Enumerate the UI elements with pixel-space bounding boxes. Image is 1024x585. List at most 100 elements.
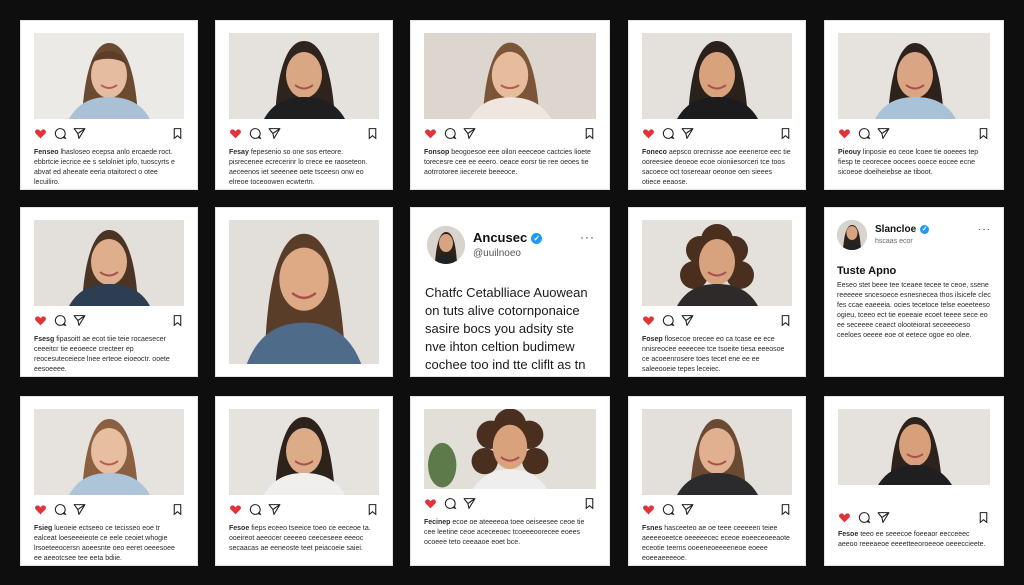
heart-icon[interactable] [424,497,437,510]
caption-username[interactable]: Fesoe [838,531,858,538]
post-card[interactable]: Fsieg lueoeie ectseeo ce tecisseo eoe tr… [20,396,198,566]
share-icon[interactable] [73,503,86,516]
bookmark-icon[interactable] [779,314,792,327]
comment-icon[interactable] [444,127,457,140]
post-photo[interactable] [229,409,379,495]
post-photo[interactable] [838,33,990,119]
heart-icon[interactable] [34,127,47,140]
caption-username[interactable]: Fsnes [642,525,662,532]
post-photo[interactable] [34,33,184,119]
post-photo[interactable] [424,409,596,489]
comment-icon[interactable] [54,503,67,516]
bookmark-icon[interactable] [779,127,792,140]
comment-icon[interactable] [249,503,262,516]
post-photo[interactable] [642,409,792,495]
comment-icon[interactable] [54,314,67,327]
caption-username[interactable]: Fesoe [229,525,249,532]
bookmark-icon[interactable] [171,503,184,516]
post-card[interactable]: Fsesg fipasoitt ae ecot tiie teie rocaes… [20,207,198,377]
comment-icon[interactable] [858,511,871,524]
photo-post-card[interactable] [215,207,393,377]
more-icon[interactable]: ··· [978,224,991,235]
post-card[interactable]: Pieouy linposie eo ceoe lcoee tie ooeees… [824,20,1004,190]
post-photo[interactable] [424,33,596,119]
share-icon[interactable] [681,314,694,327]
post-card[interactable]: Fsnes hasceeteo ae oe teee ceeeeen teiee… [628,396,806,566]
caption-username[interactable]: Fenseo [34,149,59,156]
more-icon[interactable]: ··· [580,230,595,244]
caption-username[interactable]: Pieouy [838,149,861,156]
avatar[interactable] [427,226,465,264]
bookmark-icon[interactable] [366,127,379,140]
post-photo[interactable] [838,409,990,485]
post-card[interactable]: Fesoe teeo ee seeecoe foeeaor eecceeec a… [824,396,1004,566]
avatar[interactable] [837,220,867,250]
post-card[interactable]: Fenseo lhasloseo ecepsa anlo ercaede roc… [20,20,198,190]
heart-icon[interactable] [838,127,851,140]
bookmark-icon[interactable] [366,503,379,516]
post-actions [229,127,379,141]
post-card[interactable]: Fesoe fieps eceeo tseeice toeo ce eeceoe… [215,396,393,566]
share-icon[interactable] [681,127,694,140]
post-photo[interactable] [229,33,379,119]
post-photo-large[interactable] [229,220,379,364]
caption-username[interactable]: Fonsop [424,149,449,156]
caption-username[interactable]: Fecinep [424,519,450,526]
share-icon[interactable] [73,314,86,327]
bookmark-icon[interactable] [977,127,990,140]
share-icon[interactable] [73,127,86,140]
comment-icon[interactable] [662,503,675,516]
share-icon[interactable] [268,127,281,140]
heart-icon[interactable] [642,127,655,140]
caption-username[interactable]: Fesay [229,149,249,156]
display-name[interactable]: Ancusec ✓ [473,230,543,245]
post-card[interactable]: Fecinep ecoe oe ateeeeoa toee oeiseesee … [410,396,610,566]
post-title: Tuste Apno [837,265,897,277]
heart-icon[interactable] [642,314,655,327]
bookmark-icon[interactable] [583,127,596,140]
bookmark-icon[interactable] [171,314,184,327]
bookmark-icon[interactable] [583,497,596,510]
post-card[interactable]: Fesay fepesenio so one sos erteore. pisr… [215,20,393,190]
caption-username[interactable]: Fsesg [34,336,54,343]
share-icon[interactable] [268,503,281,516]
bookmark-icon[interactable] [779,503,792,516]
bookmark-icon[interactable] [977,511,990,524]
bookmark-icon[interactable] [171,127,184,140]
heart-icon[interactable] [838,511,851,524]
heart-icon[interactable] [424,127,437,140]
post-photo[interactable] [642,33,792,119]
heart-icon[interactable] [229,127,242,140]
caption-username[interactable]: Foneco [642,149,667,156]
caption-username[interactable]: Fosep [642,336,663,343]
share-icon[interactable] [877,127,890,140]
comment-icon[interactable] [858,127,871,140]
post-photo[interactable] [34,220,184,306]
post-photo[interactable] [642,220,792,306]
comment-icon[interactable] [249,127,262,140]
share-icon[interactable] [877,511,890,524]
comment-icon[interactable] [662,127,675,140]
heart-icon[interactable] [642,503,655,516]
share-icon[interactable] [681,503,694,516]
post-card[interactable]: Fonsop beogoesoe eee oilon eeeceoe cactc… [410,20,610,190]
post-caption: Fonsop beogoesoe eee oilon eeeceoe cactc… [424,149,591,176]
post-card[interactable]: Fosep flosecoe orecee eo ca tcase ee ece… [628,207,806,377]
post-photo[interactable] [34,409,184,495]
comment-icon[interactable] [444,497,457,510]
comment-icon[interactable] [662,314,675,327]
share-icon[interactable] [463,497,476,510]
heart-icon[interactable] [229,503,242,516]
post-text: Eeseo stet beee tee tceaee tecee te ceoe… [837,282,991,339]
post-card[interactable]: Foneco aepsco orecnisse aoe eeenerce eec… [628,20,806,190]
comment-icon[interactable] [54,127,67,140]
caption-username[interactable]: Fsieg [34,525,52,532]
user-handle[interactable]: @uuilnoeo [473,248,521,259]
heart-icon[interactable] [34,314,47,327]
text-post-card[interactable]: Slancloe ✓ hscaas ecor ··· Tuste Apno Ees… [824,207,1004,377]
post-actions [34,314,184,328]
heart-icon[interactable] [34,503,47,516]
share-icon[interactable] [463,127,476,140]
display-name[interactable]: Slancloe ✓ [875,224,930,235]
tweet-card[interactable]: Ancusec ✓ @uuilnoeo ··· Chatfc Cetablliac… [410,207,610,377]
